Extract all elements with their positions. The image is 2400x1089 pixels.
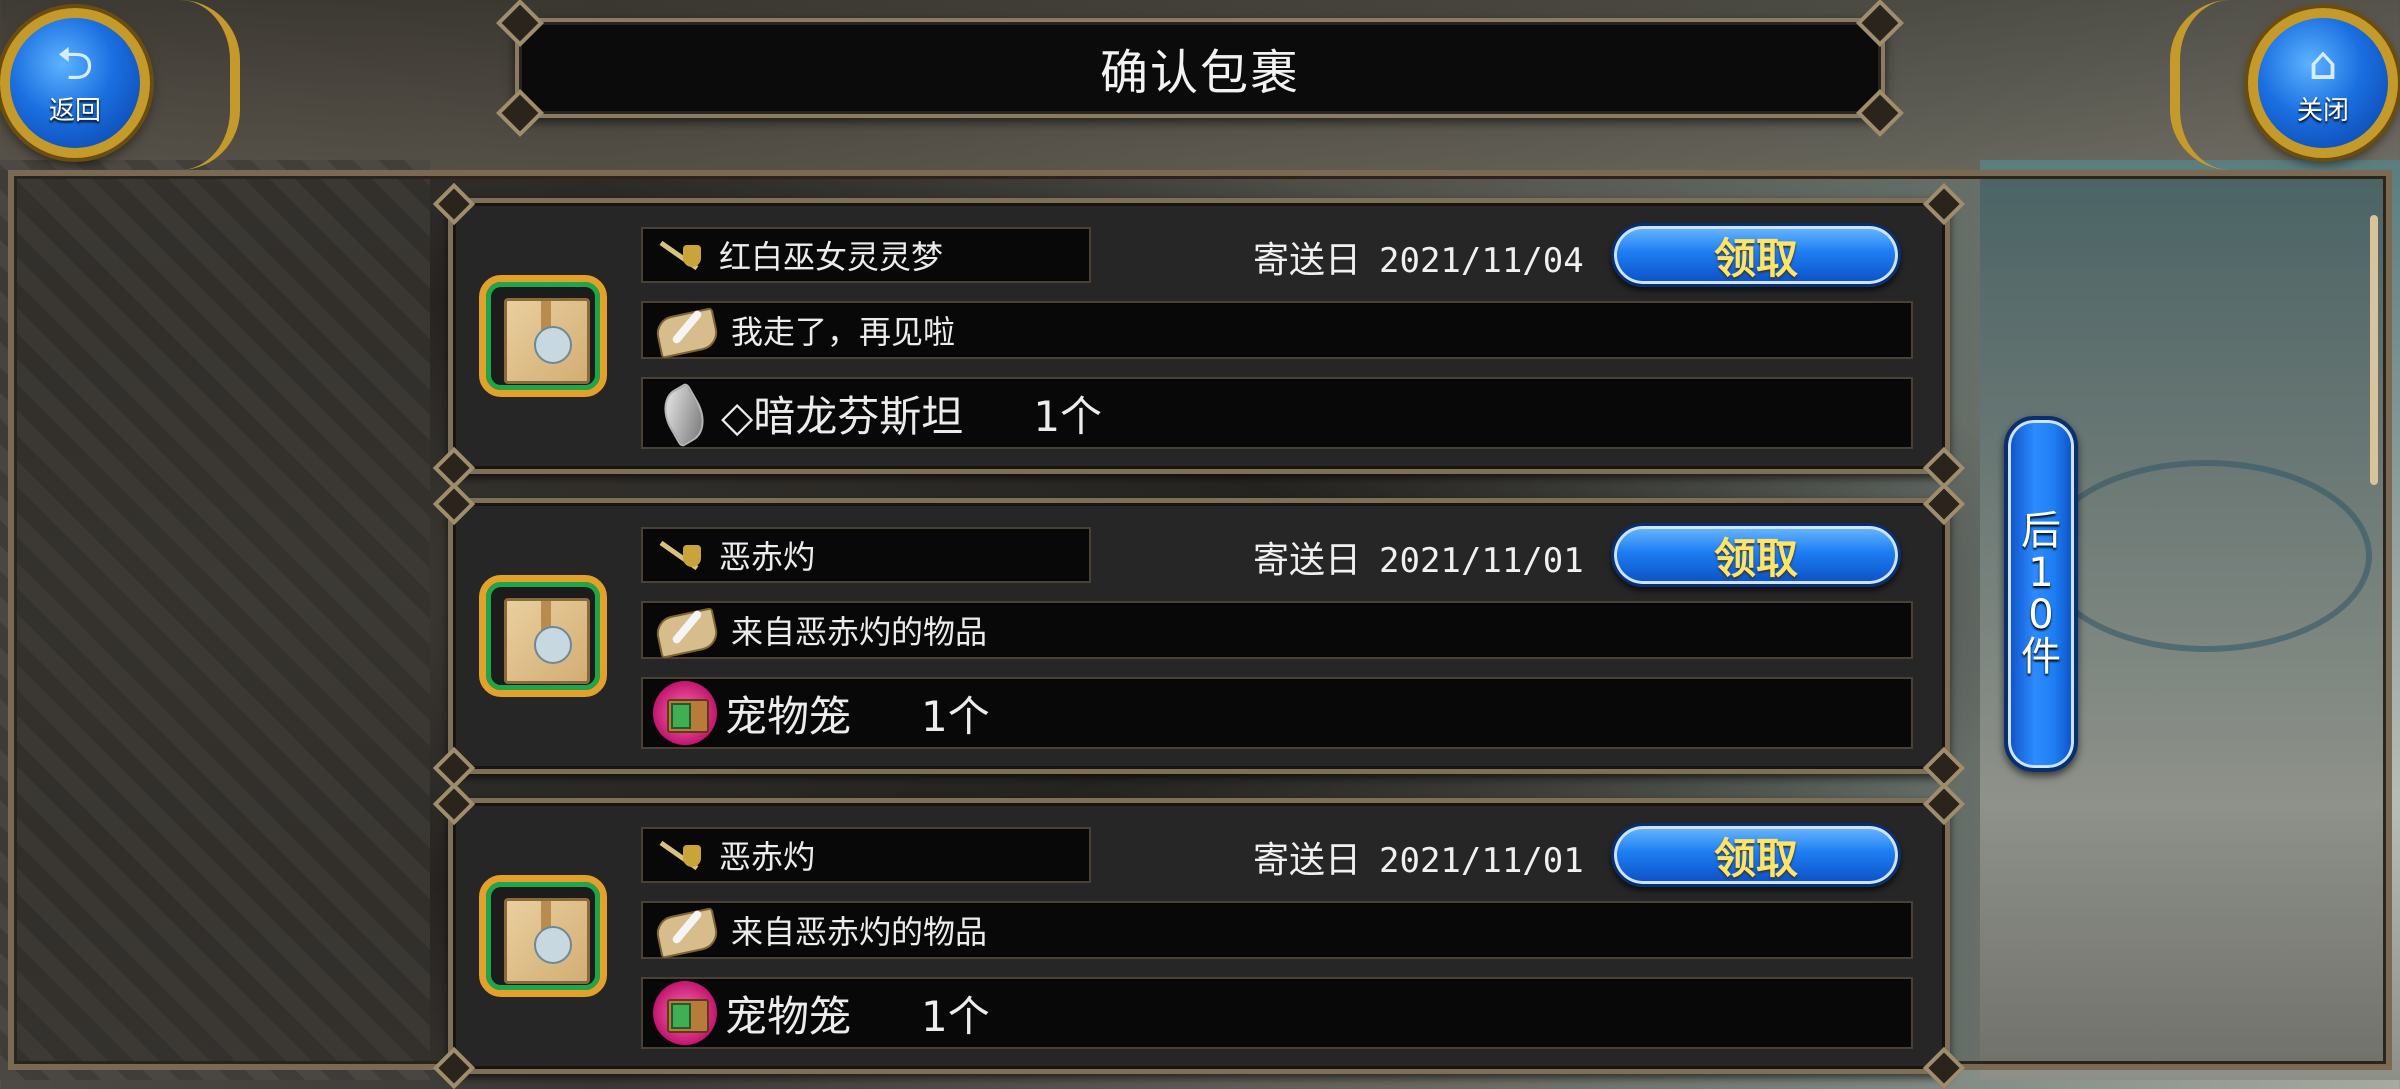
sender-field: 恶赤灼 — [641, 827, 1091, 883]
item-name: 宠物笼 — [725, 991, 852, 1041]
sender-name: 恶赤灼 — [719, 538, 816, 576]
title-banner: 确认包裹 — [495, 0, 1905, 138]
sender-name: 红白巫女灵灵梦 — [719, 238, 944, 276]
scroll-icon — [653, 305, 721, 355]
item-name: ◇暗龙芬斯坦 — [721, 391, 964, 441]
pet-cage-icon — [653, 981, 717, 1045]
message-text: 我走了，再见啦 — [731, 313, 956, 351]
parcel-box-icon — [479, 875, 607, 997]
crystal-icon — [653, 382, 713, 444]
sender-icon — [653, 835, 709, 875]
page-title: 确认包裹 — [1099, 45, 1300, 101]
send-date: 寄送日 2021/11/04 — [1253, 240, 1584, 281]
item-quantity: 1个 — [921, 691, 990, 741]
item-field: 宠物笼 1个 — [641, 977, 1913, 1049]
back-button[interactable]: ⮌ 返回 — [0, 8, 150, 158]
ornament-right — [2170, 0, 2260, 170]
item-quantity: 1个 — [1033, 391, 1103, 441]
item-field: ◇暗龙芬斯坦 1个 — [641, 377, 1913, 449]
parcel-card: 红白巫女灵灵梦 寄送日 2021/11/04 领取 我走了，再见啦 ◇暗龙芬斯坦 … — [432, 182, 1966, 490]
parcel-card: 恶赤灼 寄送日 2021/11/01 领取 来自恶赤灼的物品 宠物笼 1个 — [432, 482, 1966, 790]
close-label: 关闭 — [2296, 95, 2349, 126]
scroll-icon — [653, 605, 721, 655]
back-label: 返回 — [48, 95, 101, 126]
sender-icon — [653, 235, 709, 275]
item-name: 宠物笼 — [725, 691, 852, 741]
message-field: 我走了，再见啦 — [641, 301, 1913, 359]
message-text: 来自恶赤灼的物品 — [731, 613, 988, 651]
item-field: 宠物笼 1个 — [641, 677, 1913, 749]
send-date: 寄送日 2021/11/01 — [1253, 840, 1584, 881]
parcel-box-icon — [479, 575, 607, 697]
scroll-icon — [653, 905, 721, 955]
sender-field: 红白巫女灵灵梦 — [641, 227, 1091, 283]
send-date: 寄送日 2021/11/01 — [1253, 540, 1584, 581]
sender-field: 恶赤灼 — [641, 527, 1091, 583]
claim-button[interactable]: 领取 — [1611, 523, 1901, 587]
message-text: 来自恶赤灼的物品 — [731, 913, 988, 951]
parcel-card: 恶赤灼 寄送日 2021/11/01 领取 来自恶赤灼的物品 宠物笼 1个 — [432, 782, 1966, 1089]
sender-icon — [653, 535, 709, 575]
close-button[interactable]: ⌂ 关闭 — [2248, 8, 2398, 158]
sender-name: 恶赤灼 — [719, 838, 816, 876]
claim-button[interactable]: 领取 — [1611, 223, 1901, 287]
claim-label: 领取 — [1713, 233, 1798, 283]
claim-label: 领取 — [1713, 833, 1798, 883]
back-arrow-icon: ⮌ — [56, 35, 94, 90]
claim-label: 领取 — [1713, 533, 1798, 583]
ornament-left — [150, 0, 240, 170]
pet-cage-icon — [653, 681, 717, 745]
item-quantity: 1个 — [921, 991, 990, 1041]
claim-button[interactable]: 领取 — [1611, 823, 1901, 887]
parcel-box-icon — [479, 275, 607, 397]
message-field: 来自恶赤灼的物品 — [641, 601, 1913, 659]
next-10-label: 后10件 — [2021, 508, 2061, 680]
message-field: 来自恶赤灼的物品 — [641, 901, 1913, 959]
next-10-button[interactable]: 后10件 — [2004, 416, 2078, 772]
scrollbar[interactable] — [2370, 215, 2378, 485]
home-icon: ⌂ — [2308, 35, 2338, 90]
